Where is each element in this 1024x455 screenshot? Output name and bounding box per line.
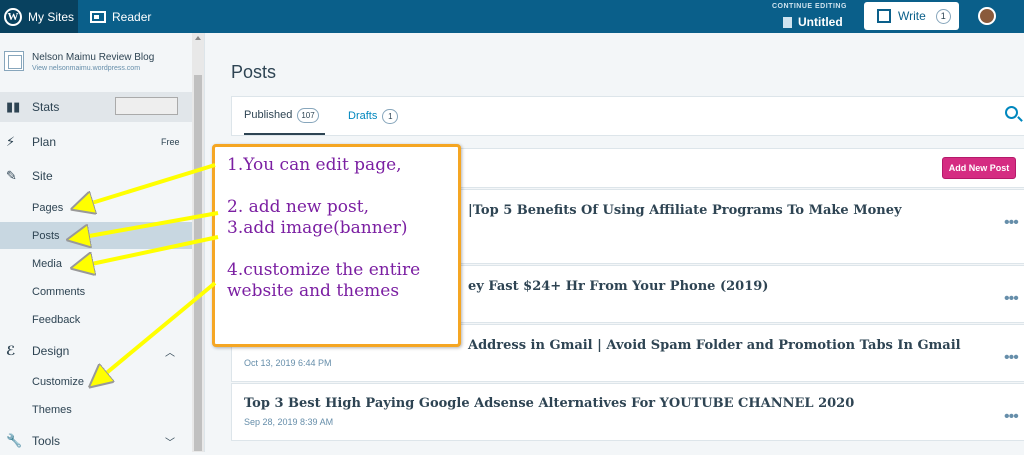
- sidebar-item-pages[interactable]: Pages: [0, 194, 192, 221]
- pencil-icon: ✎: [6, 168, 17, 183]
- page-title: Posts: [231, 62, 277, 82]
- post-date: Oct 13, 2019 6:44 PM: [244, 358, 332, 368]
- scroll-up-icon[interactable]: [195, 36, 201, 40]
- customize-label: Customize: [32, 375, 84, 388]
- add-new-post-button[interactable]: Add New Post: [942, 157, 1016, 179]
- site-icon: [4, 51, 24, 71]
- site-name: Nelson Maimu Review Blog: [32, 52, 155, 63]
- tab-published-label: Published: [244, 109, 293, 121]
- tools-section-label: Tools: [32, 434, 61, 448]
- post-status-tabs: Published 107 Drafts 1: [231, 96, 1024, 136]
- more-options-icon[interactable]: •••: [1004, 290, 1019, 308]
- sidebar-item-posts[interactable]: Posts: [0, 222, 192, 249]
- continue-editing-label: CONTINUE EDITING: [772, 3, 847, 10]
- master-bar: W My Sites Reader CONTINUE EDITING Untit…: [0, 0, 1024, 33]
- drafts-count-badge: 1: [382, 108, 399, 124]
- tab-drafts[interactable]: Drafts 1: [348, 97, 399, 135]
- post-date: Sep 28, 2019 8:39 AM: [244, 417, 334, 427]
- sidebar-item-comments[interactable]: Comments: [0, 278, 192, 305]
- plan-badge: Free: [161, 137, 180, 147]
- chevron-down-icon[interactable]: ﹀: [165, 434, 175, 449]
- annotation-line: [227, 239, 446, 260]
- more-options-icon[interactable]: •••: [1004, 408, 1019, 426]
- sidebar-scrollbar[interactable]: [192, 33, 204, 452]
- sidebar-item-plan[interactable]: ⚡ Plan Free: [0, 128, 192, 156]
- current-site-card[interactable]: Nelson Maimu Review Blog View nelsonmaim…: [0, 44, 192, 86]
- sidebar-item-feedback[interactable]: Feedback: [0, 306, 192, 333]
- reader-button[interactable]: Reader: [90, 0, 151, 33]
- scrollbar-thumb[interactable]: [194, 75, 202, 451]
- sidebar-section-tools[interactable]: 🔧 Tools ﹀: [0, 427, 192, 455]
- write-label: Write: [898, 9, 926, 23]
- sidebar-item-media[interactable]: Media: [0, 250, 192, 277]
- reader-label: Reader: [112, 9, 152, 24]
- annotation-line: 3.add image(banner): [227, 218, 408, 238]
- design-section-label: Design: [32, 344, 70, 358]
- post-title[interactable]: ey Fast $24+ Hr From Your Phone (2019): [468, 279, 768, 294]
- feedback-label: Feedback: [32, 313, 81, 326]
- wrench-icon: 🔧: [6, 433, 23, 448]
- published-count-badge: 107: [297, 107, 319, 123]
- sidebar-item-stats[interactable]: ▮▮ Stats: [0, 92, 192, 122]
- document-icon: [783, 16, 792, 28]
- annotation-line: 4.customize the entire: [227, 260, 421, 280]
- my-sites-label: My Sites: [28, 9, 75, 24]
- my-sites-button[interactable]: W My Sites: [0, 0, 78, 33]
- pages-label: Pages: [32, 201, 64, 214]
- sidebar-item-themes[interactable]: Themes: [0, 396, 192, 423]
- media-label: Media: [32, 257, 62, 270]
- posts-label: Posts: [32, 229, 60, 242]
- post-title[interactable]: Address in Gmail | Avoid Spam Folder and…: [468, 338, 961, 353]
- annotation-line: 2. add new post,: [227, 197, 369, 217]
- sidebar-section-design[interactable]: ℰ Design ︿: [0, 337, 192, 365]
- search-icon[interactable]: [1005, 106, 1018, 119]
- write-button[interactable]: Write 1: [864, 2, 959, 30]
- site-url[interactable]: View nelsonmaimu.wordpress.com: [32, 65, 140, 72]
- post-title[interactable]: |Top 5 Benefits Of Using Affiliate Progr…: [468, 203, 902, 218]
- write-icon: [877, 9, 891, 23]
- annotation-line: website and themes: [227, 281, 400, 301]
- tab-published[interactable]: Published 107: [244, 97, 325, 135]
- plan-label: Plan: [32, 135, 57, 149]
- themes-label: Themes: [32, 403, 72, 416]
- chevron-up-icon[interactable]: ︿: [165, 344, 175, 359]
- write-count-badge: 1: [935, 8, 951, 24]
- wordpress-logo-icon: W: [4, 7, 22, 26]
- more-options-icon[interactable]: •••: [1004, 214, 1019, 232]
- site-section-label: Site: [32, 169, 53, 183]
- comments-label: Comments: [32, 285, 86, 298]
- tab-drafts-label: Drafts: [348, 110, 378, 122]
- post-title[interactable]: Top 3 Best High Paying Google Adsense Al…: [244, 396, 854, 411]
- stats-label: Stats: [32, 100, 60, 114]
- sidebar-item-customize[interactable]: Customize: [0, 368, 192, 395]
- sidebar-section-site[interactable]: ✎ Site: [0, 162, 192, 190]
- stats-icon: ▮▮: [6, 99, 21, 114]
- reader-icon: [90, 10, 106, 23]
- more-options-icon[interactable]: •••: [1004, 349, 1019, 367]
- untitled-draft-link[interactable]: Untitled: [783, 15, 843, 29]
- annotation-line: [227, 176, 446, 197]
- design-icon: ℰ: [6, 343, 16, 358]
- annotation-line: 1.You can edit page,: [227, 155, 402, 175]
- avatar[interactable]: [978, 7, 996, 25]
- post-row[interactable]: Top 3 Best High Paying Google Adsense Al…: [231, 383, 1024, 441]
- plan-icon: ⚡: [6, 134, 16, 149]
- stats-sparkline-image: [115, 97, 178, 115]
- untitled-label: Untitled: [798, 15, 843, 29]
- annotation-callout: 1.You can edit page, 2. add new post, 3.…: [212, 144, 461, 347]
